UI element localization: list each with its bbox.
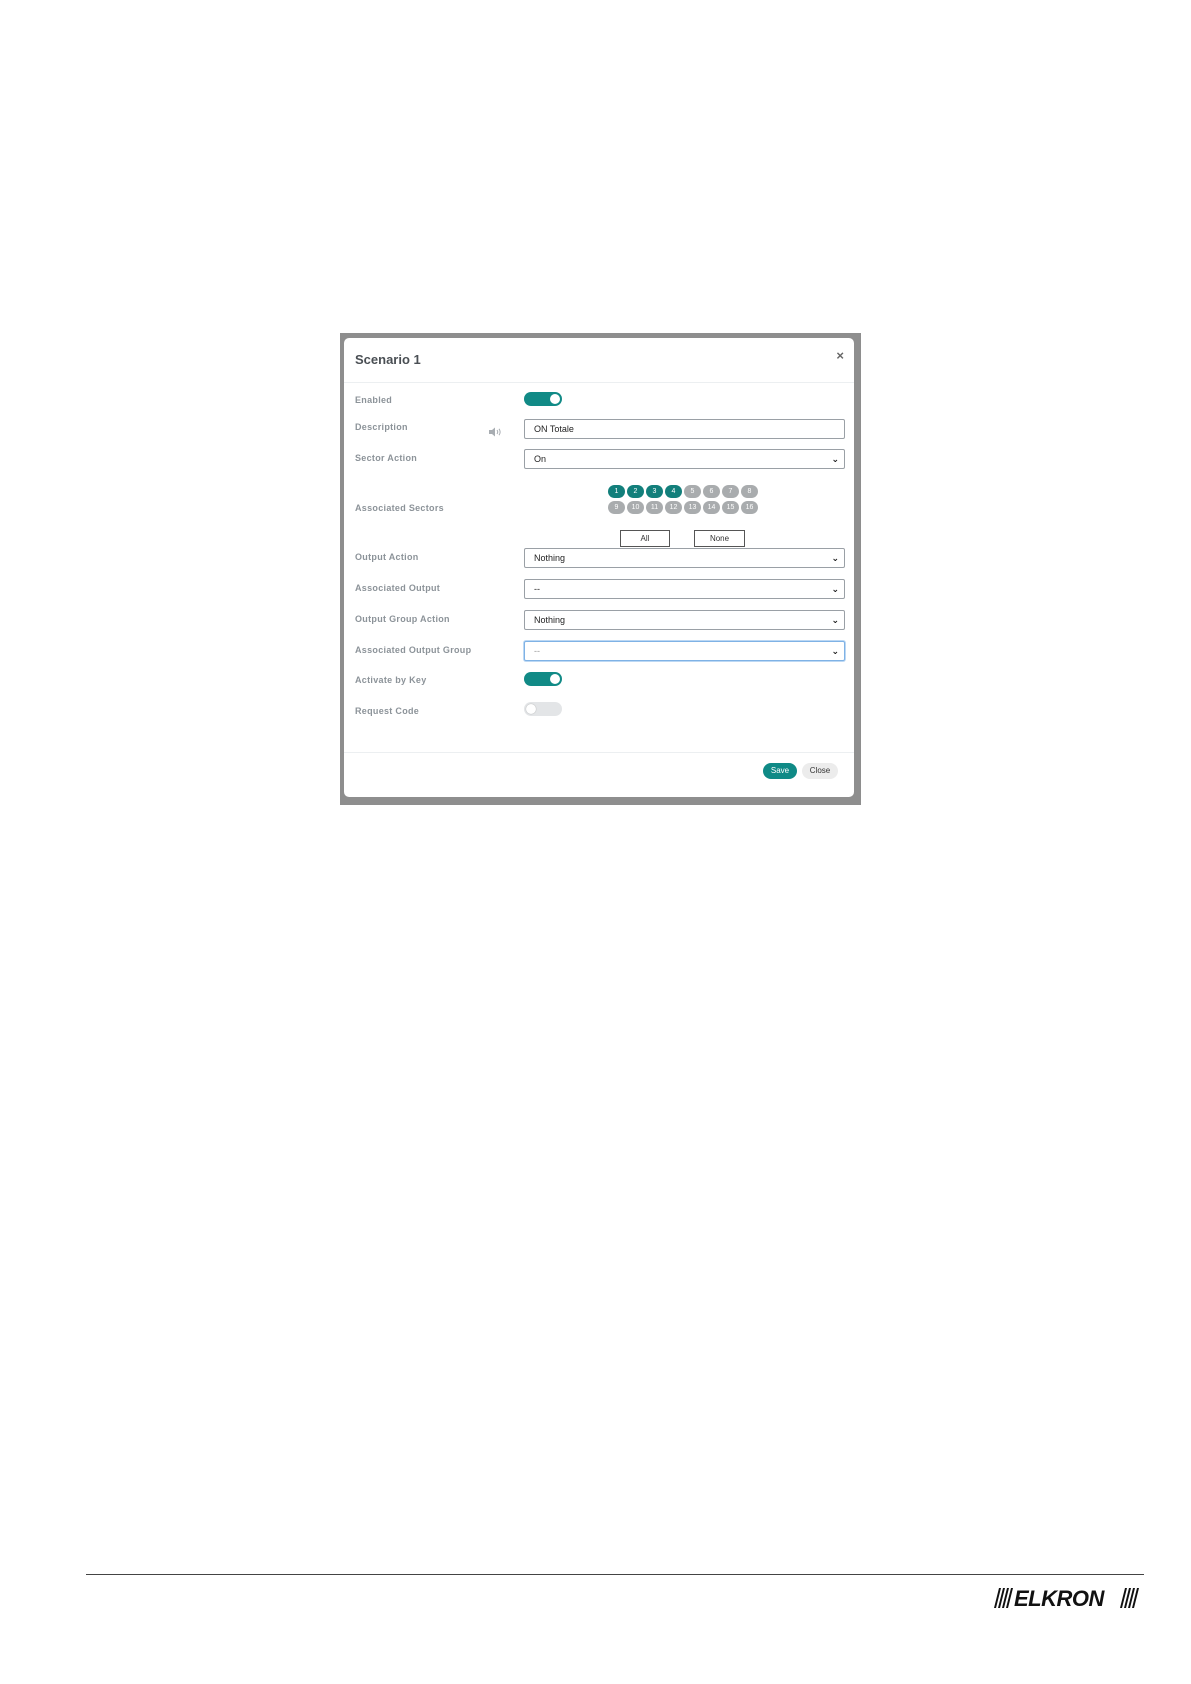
sector-chip[interactable]: 15 [722,501,739,514]
scenario-dialog: Scenario 1 × Enabled Description ON Tota… [344,338,854,797]
request-code-label: Request Code [355,706,420,716]
dialog-screenshot: Scenario 1 × Enabled Description ON Tota… [340,333,861,805]
save-button[interactable]: Save [763,763,797,779]
toggle-knob [550,674,560,684]
sector-action-value: On [534,454,547,464]
associated-output-select[interactable]: -- ⌄ [524,579,845,599]
description-input[interactable]: ON Totale [524,419,845,439]
sector-chip[interactable]: 16 [741,501,758,514]
sector-chip[interactable]: 2 [627,485,644,498]
toggle-knob [526,704,536,714]
associated-output-group-value: -- [534,646,540,656]
sector-chip[interactable]: 5 [684,485,701,498]
elkron-logo: ELKRON [994,1586,1139,1610]
chevron-down-icon: ⌄ [831,584,839,594]
output-group-action-label: Output Group Action [355,614,450,624]
request-code-toggle[interactable] [524,702,562,716]
chevron-down-icon: ⌄ [831,553,839,563]
sector-chip[interactable]: 4 [665,485,682,498]
footer-divider [344,752,854,753]
speaker-icon[interactable] [488,427,502,437]
sector-chip[interactable]: 3 [646,485,663,498]
chevron-down-icon: ⌄ [831,615,839,625]
output-group-action-value: Nothing [534,615,566,625]
sector-chip[interactable]: 9 [608,501,625,514]
chevron-down-icon: ⌄ [831,454,839,464]
select-all-button[interactable]: All [620,530,670,547]
associated-output-value: -- [534,584,540,594]
sector-chip[interactable]: 14 [703,501,720,514]
associated-sectors-label: Associated Sectors [355,503,444,513]
sector-chip[interactable]: 11 [646,501,663,514]
sector-action-select[interactable]: On ⌄ [524,449,845,469]
associated-output-group-label: Associated Output Group [355,645,472,655]
output-action-value: Nothing [534,553,566,563]
chevron-down-icon: ⌄ [831,646,839,656]
enabled-label: Enabled [355,395,393,405]
description-label: Description [355,422,408,432]
dialog-header: Scenario 1 × [344,338,854,383]
sector-chip[interactable]: 13 [684,501,701,514]
select-none-button[interactable]: None [694,530,745,547]
sector-action-label: Sector Action [355,453,418,463]
sector-chip[interactable]: 7 [722,485,739,498]
sector-chip[interactable]: 12 [665,501,682,514]
svg-text:ELKRON: ELKRON [1014,1586,1106,1610]
enabled-toggle[interactable] [524,392,562,406]
output-group-action-select[interactable]: Nothing ⌄ [524,610,845,630]
toggle-knob [550,394,560,404]
associated-output-group-select[interactable]: -- ⌄ [524,641,845,661]
activate-by-key-label: Activate by Key [355,675,427,685]
output-action-label: Output Action [355,552,419,562]
dialog-title: Scenario 1 [355,352,421,367]
close-icon[interactable]: × [836,348,844,363]
associated-output-label: Associated Output [355,583,441,593]
sector-chip[interactable]: 1 [608,485,625,498]
sector-chip[interactable]: 10 [627,501,644,514]
output-action-select[interactable]: Nothing ⌄ [524,548,845,568]
page-footer-rule [86,1574,1144,1575]
activate-by-key-toggle[interactable] [524,672,562,686]
close-button[interactable]: Close [802,763,838,779]
sector-chip[interactable]: 6 [703,485,720,498]
sector-chip[interactable]: 8 [741,485,758,498]
